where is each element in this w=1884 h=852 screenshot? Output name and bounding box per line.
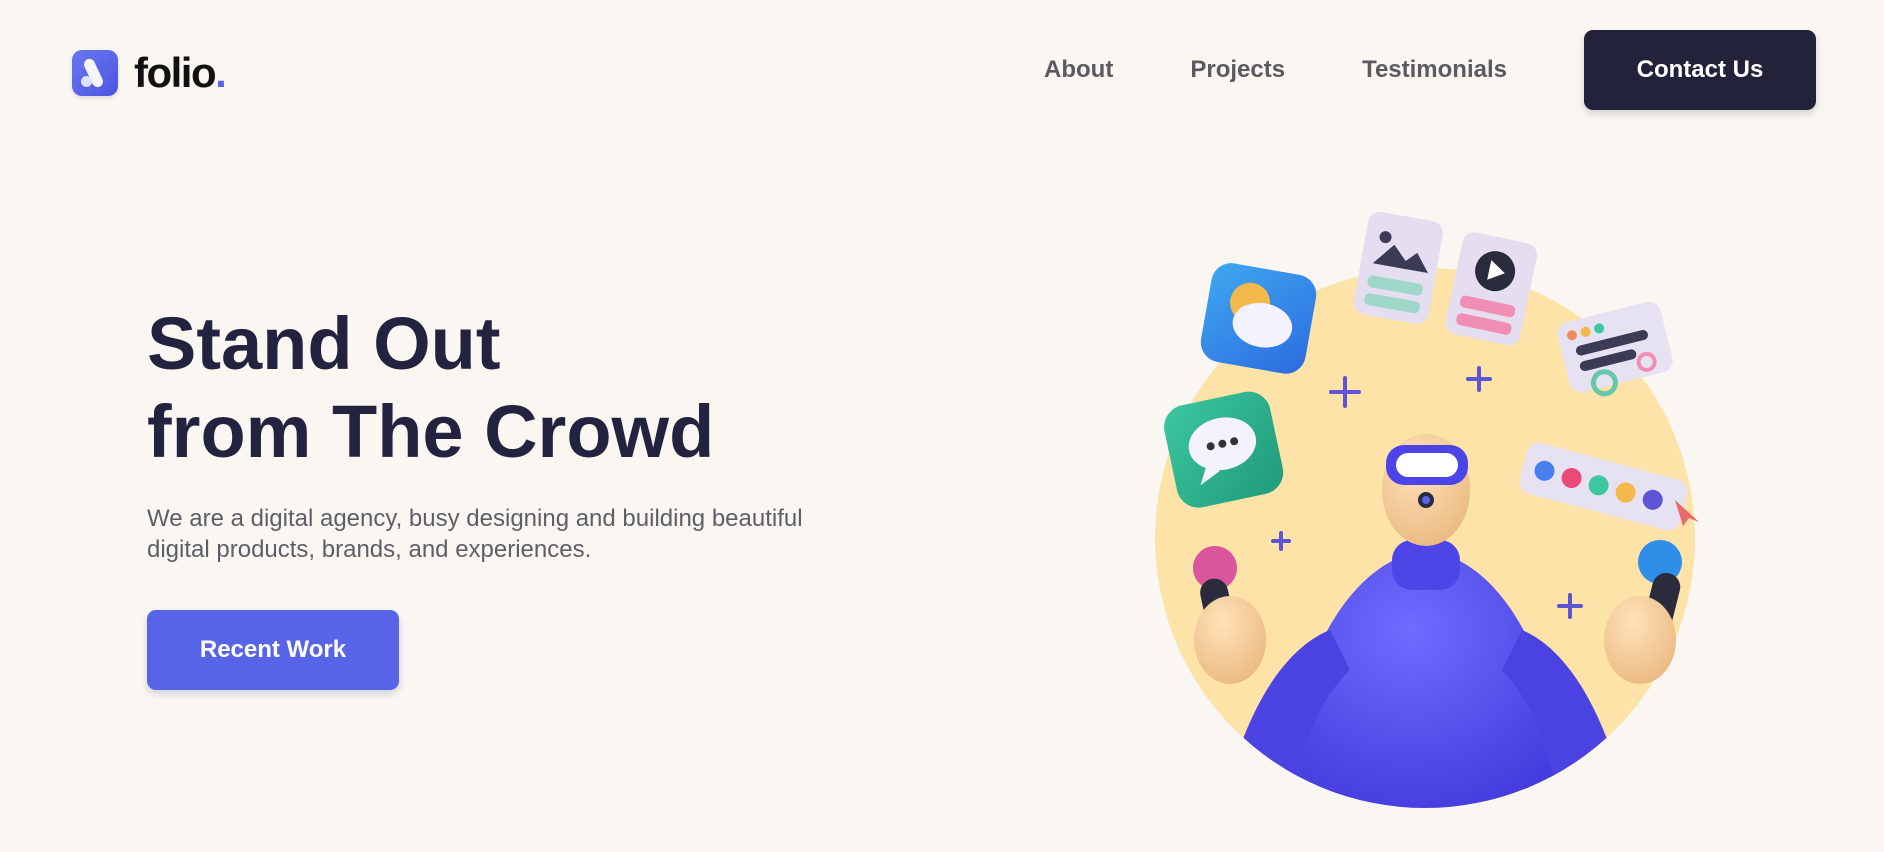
folio-logo-icon — [72, 50, 118, 96]
nav-testimonials-link[interactable]: Testimonials — [1362, 56, 1507, 84]
brand-name: folio. — [134, 49, 227, 96]
brand-logo[interactable]: folio. — [72, 49, 227, 96]
nav-about-link[interactable]: About — [1044, 56, 1113, 84]
top-nav: About Projects Testimonials Contact Us — [1044, 30, 1816, 110]
hero-subtitle: We are a digital agency, busy designing … — [147, 505, 803, 563]
hero-title: Stand Out from The Crowd — [147, 300, 714, 476]
character-head — [1382, 434, 1470, 546]
hero-title-line-2: from The Crowd — [147, 390, 715, 473]
chat-bubble-icon — [1164, 391, 1284, 508]
contact-us-button[interactable]: Contact Us — [1584, 30, 1816, 110]
nav-projects-link[interactable]: Projects — [1190, 56, 1285, 84]
hero-title-line-1: Stand Out — [147, 302, 501, 385]
weather-app-icon — [1200, 263, 1317, 374]
recent-work-button[interactable]: Recent Work — [147, 610, 399, 690]
hero-illustration — [1155, 211, 1699, 808]
